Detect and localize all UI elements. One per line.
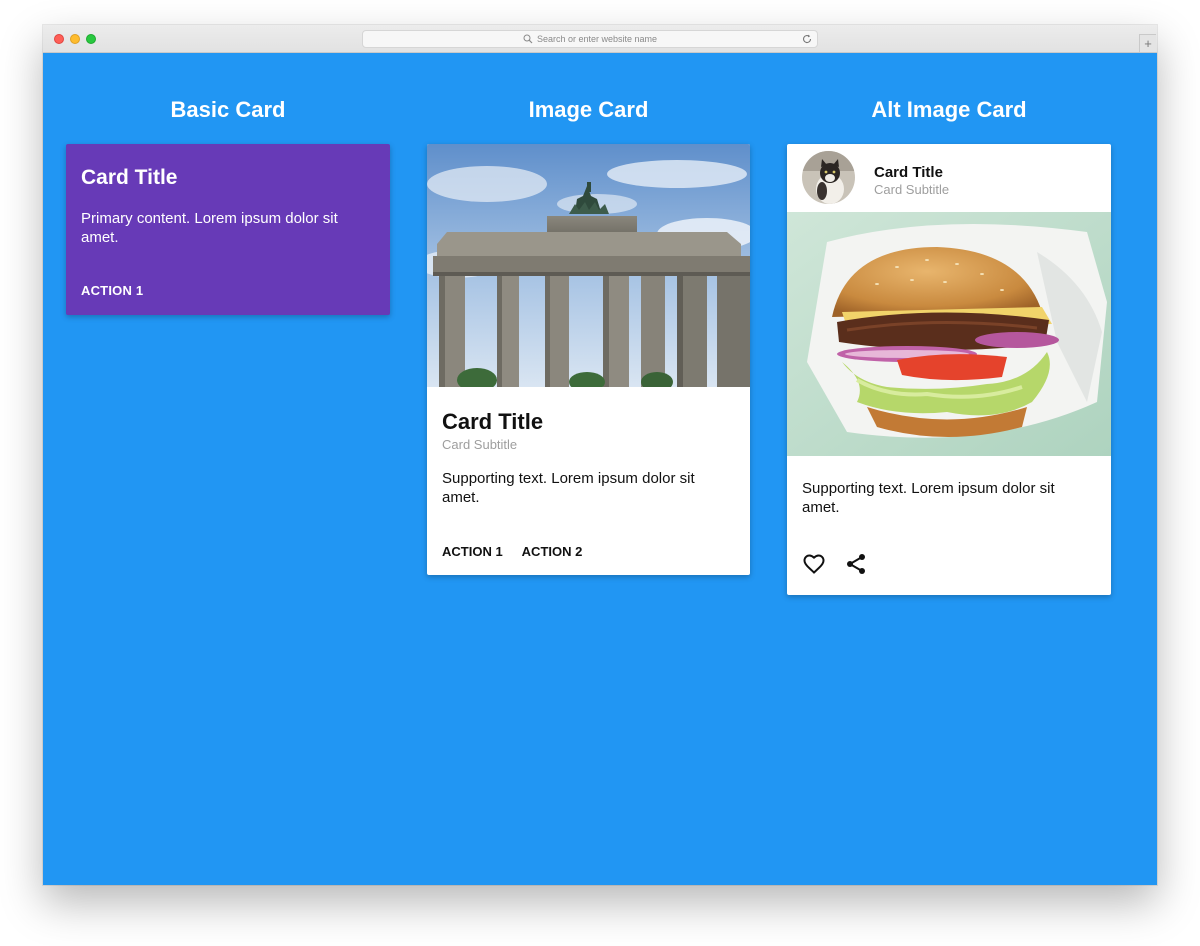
- browser-titlebar: Search or enter website name +: [43, 25, 1157, 53]
- share-icon[interactable]: [844, 552, 868, 576]
- image-card: Card Title Card Subtitle Supporting text…: [427, 144, 750, 575]
- image-card-subtitle: Card Subtitle: [442, 437, 518, 452]
- alt-image-card-heading: Alt Image Card: [871, 97, 1027, 122]
- image-card-supporting-text: Supporting text. Lorem ipsum dolor sit a…: [442, 470, 695, 506]
- alt-card-supporting-text: Supporting text. Lorem ipsum dolor sit a…: [802, 480, 1055, 516]
- new-tab-button[interactable]: +: [1139, 34, 1156, 52]
- basic-card-action-1-button[interactable]: ACTION 1: [81, 283, 143, 298]
- address-placeholder: Search or enter website name: [536, 34, 658, 44]
- alt-image-card: Card Title Card Subtitle Supporting text…: [787, 144, 1111, 595]
- brandenburg-gate-photo: [427, 144, 750, 387]
- heart-icon[interactable]: [802, 552, 826, 576]
- basic-card: Card Title Primary content. Lorem ipsum …: [66, 144, 390, 315]
- image-card-action-1-button[interactable]: ACTION 1: [442, 544, 503, 559]
- minimize-window-button[interactable]: [70, 34, 80, 44]
- burger-photo: [787, 212, 1111, 456]
- alt-card-subtitle: Card Subtitle: [874, 182, 950, 197]
- basic-card-content: Primary content. Lorem ipsum dolor sit a…: [81, 210, 338, 246]
- image-card-actions: ACTION 1 ACTION 2: [442, 544, 582, 559]
- alt-card-title: Card Title: [874, 164, 943, 181]
- maximize-window-button[interactable]: [86, 34, 96, 44]
- browser-window: Search or enter website name + Basic Car…: [43, 25, 1157, 885]
- image-card-title: Card Title: [442, 409, 544, 434]
- address-bar[interactable]: Search or enter website name: [362, 30, 818, 48]
- search-icon: [523, 34, 533, 44]
- basic-card-title: Card Title: [81, 166, 178, 189]
- close-window-button[interactable]: [54, 34, 64, 44]
- avatar: [802, 151, 855, 204]
- image-card-action-2-button[interactable]: ACTION 2: [522, 544, 583, 559]
- basic-card-heading: Basic Card: [170, 97, 286, 122]
- image-card-heading: Image Card: [528, 97, 649, 122]
- reload-icon[interactable]: [801, 33, 813, 45]
